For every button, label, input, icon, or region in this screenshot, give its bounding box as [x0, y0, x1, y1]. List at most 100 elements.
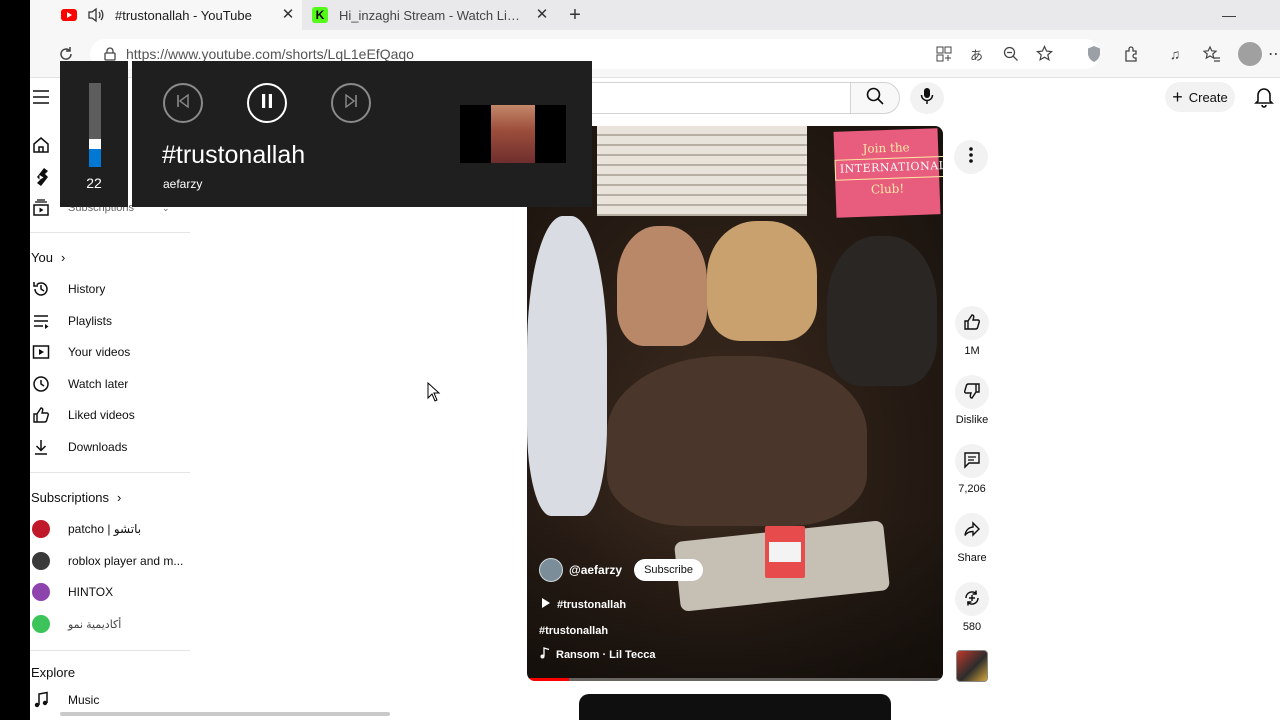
- video-scene-person: [607, 356, 867, 526]
- video-scene-person: [707, 221, 817, 341]
- share-action[interactable]: Share: [948, 513, 996, 564]
- shield-extension-icon[interactable]: [1084, 44, 1104, 64]
- skip-previous-icon: [176, 93, 190, 113]
- dislike-label: Dislike: [955, 414, 989, 426]
- sidebar-item-watch-later[interactable]: Watch later: [30, 370, 190, 398]
- previous-track-button[interactable]: [163, 83, 203, 123]
- search-icon: [866, 87, 884, 110]
- close-tab-icon[interactable]: ✕: [534, 7, 550, 23]
- channel-avatar: [32, 520, 50, 538]
- channel-name[interactable]: @aefarzy: [569, 563, 622, 577]
- pause-icon: [260, 93, 274, 114]
- sidebar-label: Playlists: [68, 314, 113, 328]
- media-control-icon[interactable]: ♫: [1165, 44, 1185, 64]
- more-menu-icon[interactable]: ⋯: [1266, 44, 1280, 64]
- more-vertical-icon: [969, 146, 973, 168]
- url-text[interactable]: https://www.youtube.com/shorts/LqL1eEfQa…: [126, 46, 414, 62]
- share-label: Share: [957, 552, 987, 564]
- playlist-row[interactable]: #trustonallah: [541, 597, 626, 612]
- sidebar-divider: [30, 472, 190, 473]
- media-thumbnail-image: [491, 105, 535, 163]
- playlists-icon: [31, 311, 51, 331]
- subscriptions-icon: [31, 198, 51, 218]
- next-track-button[interactable]: [331, 83, 371, 123]
- subscription-item[interactable]: HINTOX: [30, 578, 190, 606]
- sidebar-item-your-videos[interactable]: Your videos: [30, 338, 190, 366]
- shorts-icon: [31, 167, 51, 187]
- sound-row[interactable]: Ransom · Lil Tecca: [540, 647, 655, 662]
- sidebar-label: Downloads: [68, 440, 128, 454]
- notifications-bell-icon[interactable]: [1254, 86, 1276, 108]
- tab-youtube[interactable]: #trustonallah - YouTube ✕: [30, 0, 302, 30]
- create-button[interactable]: + Create: [1165, 82, 1235, 112]
- video-scene-person: [827, 236, 937, 386]
- share-button[interactable]: [955, 513, 989, 547]
- comments-action[interactable]: 7,206: [948, 444, 996, 495]
- subscribe-button[interactable]: Subscribe: [634, 559, 703, 581]
- remix-action[interactable]: 580: [948, 582, 996, 633]
- pause-button[interactable]: [247, 83, 287, 123]
- sidebar-item-history[interactable]: History: [30, 275, 190, 303]
- subscription-item[interactable]: أكاديمية نمو: [30, 610, 190, 638]
- search-button[interactable]: [850, 82, 900, 114]
- dislike-button[interactable]: [955, 375, 989, 409]
- translate-icon[interactable]: あ: [970, 45, 983, 64]
- video-scene-person: [527, 216, 607, 516]
- tab-kick[interactable]: K Hi_inzaghi Stream - Watch Live on Kick…: [306, 0, 556, 30]
- sidebar-item-downloads[interactable]: Downloads: [30, 433, 190, 461]
- subscription-item[interactable]: patcho | باتشو: [30, 515, 190, 543]
- subscriptions-heading-label: Subscriptions: [31, 490, 110, 505]
- favorite-star-icon[interactable]: [1035, 45, 1054, 67]
- share-arrow-icon: [963, 520, 981, 541]
- sidebar-label: Watch later: [68, 377, 129, 391]
- app-available-icon[interactable]: [936, 46, 952, 67]
- more-options-button[interactable]: [954, 140, 988, 174]
- sidebar-item-playlists[interactable]: Playlists: [30, 307, 190, 335]
- like-action[interactable]: 1M: [948, 306, 996, 357]
- subscriptions-heading[interactable]: Subscriptions ›: [31, 490, 121, 505]
- thumbs-up-icon: [963, 313, 981, 334]
- profile-avatar-icon[interactable]: [1238, 42, 1262, 66]
- plus-icon: +: [1172, 87, 1183, 107]
- history-icon: [31, 279, 51, 299]
- explore-heading: Explore: [31, 665, 75, 680]
- volume-slider[interactable]: [89, 83, 101, 167]
- kick-favicon-icon: K: [312, 7, 328, 23]
- next-short-preview[interactable]: [579, 694, 891, 720]
- subscription-label: أكاديمية نمو: [68, 618, 122, 631]
- subscription-label: roblox player and m...: [68, 554, 184, 568]
- channel-avatar[interactable]: [539, 558, 563, 582]
- channel-avatar: [32, 615, 50, 633]
- play-icon: [541, 597, 551, 612]
- subscription-item[interactable]: roblox player and m...: [30, 547, 190, 575]
- dislike-action[interactable]: Dislike: [948, 375, 996, 426]
- remix-count: 580: [962, 621, 982, 633]
- sidebar-item-music[interactable]: Music: [30, 686, 190, 714]
- sound-thumbnail[interactable]: [956, 650, 988, 682]
- new-tab-button[interactable]: +: [564, 4, 586, 26]
- media-artist: aefarzy: [163, 177, 203, 191]
- voice-search-button[interactable]: [910, 82, 944, 114]
- sidebar-divider: [30, 232, 190, 233]
- minimize-icon[interactable]: —: [1218, 4, 1240, 26]
- poster-line: Join the: [862, 140, 910, 156]
- zoom-out-icon[interactable]: [1003, 46, 1019, 67]
- comments-button[interactable]: [955, 444, 989, 478]
- close-tab-icon[interactable]: ✕: [280, 7, 296, 23]
- video-progress-bar[interactable]: [527, 678, 943, 681]
- comment-count: 7,206: [958, 483, 986, 495]
- horizontal-scrollbar[interactable]: [60, 712, 390, 716]
- sidebar-item-liked-videos[interactable]: Liked videos: [30, 401, 190, 429]
- media-flyout: #trustonallah aefarzy: [132, 61, 592, 207]
- speaker-icon[interactable]: [87, 7, 105, 23]
- sidebar-label: History: [68, 282, 106, 296]
- short-video-player[interactable]: Join the INTERNATIONAL Club! @aefarzy Su…: [527, 126, 943, 681]
- channel-row: @aefarzy Subscribe: [539, 558, 703, 582]
- favorites-collection-icon[interactable]: [1202, 44, 1222, 64]
- remix-button[interactable]: [955, 582, 989, 616]
- like-button[interactable]: [955, 306, 989, 340]
- you-heading[interactable]: You ›: [31, 250, 65, 265]
- extensions-puzzle-icon[interactable]: [1122, 44, 1142, 64]
- volume-slider-fill: [89, 138, 101, 167]
- volume-level: 22: [86, 175, 102, 191]
